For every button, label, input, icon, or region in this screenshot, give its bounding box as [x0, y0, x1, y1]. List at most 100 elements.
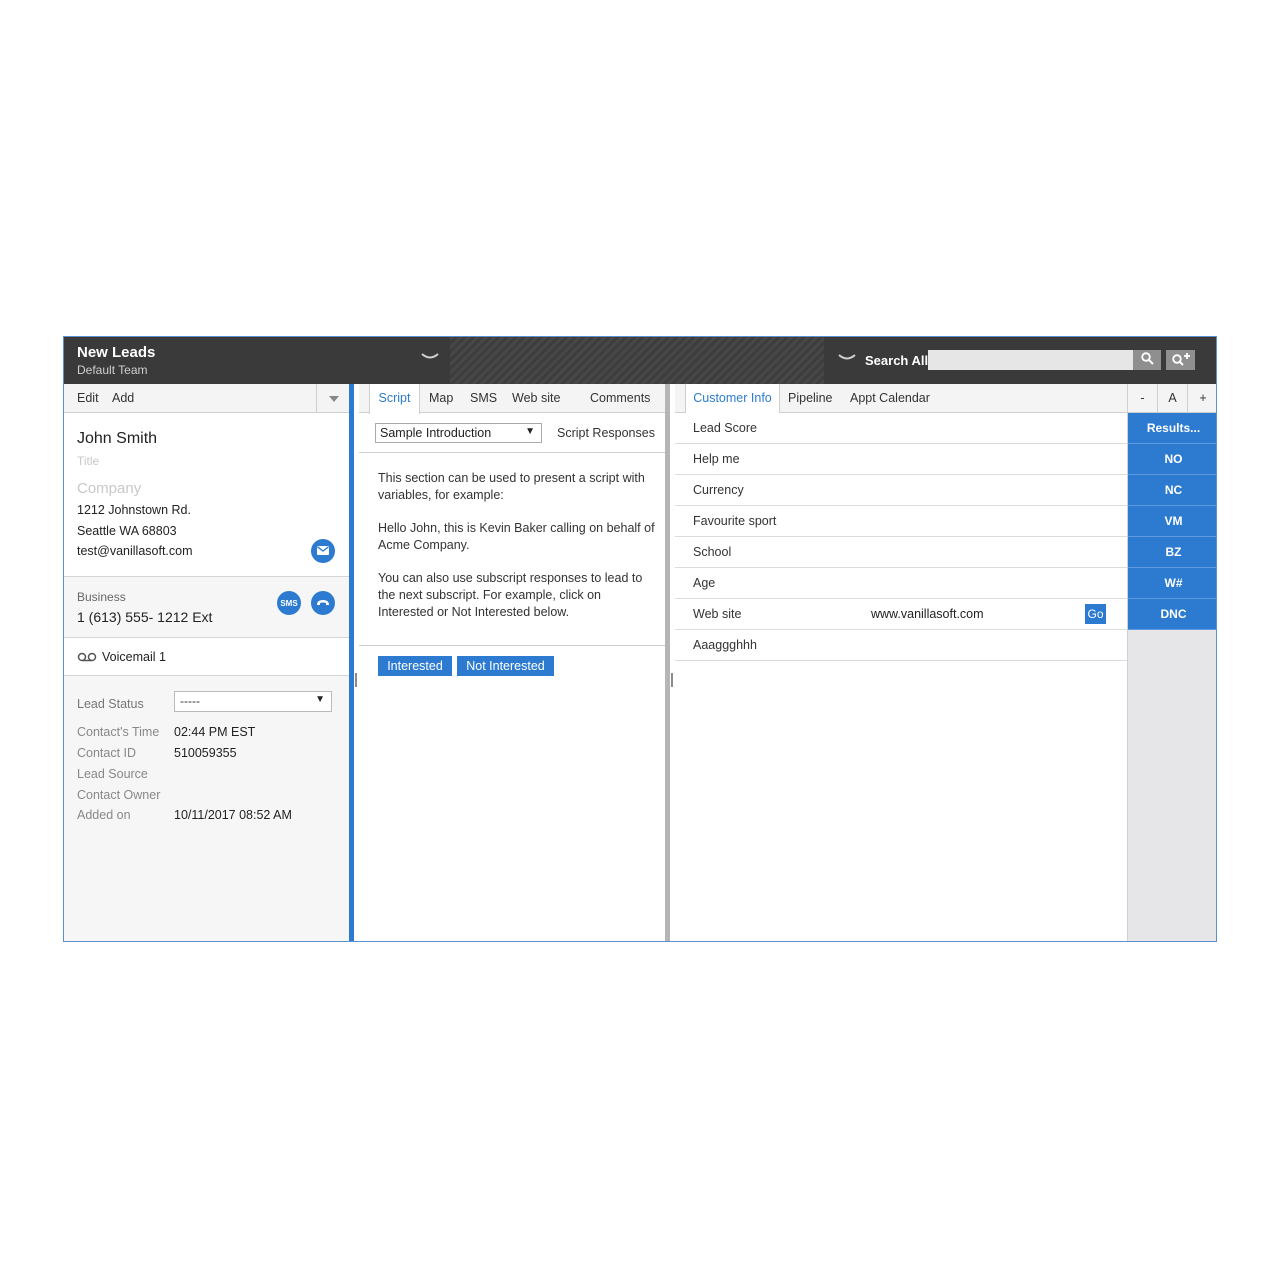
info-row-favourite-sport[interactable]: Favourite sport — [675, 506, 1127, 537]
search-plus-icon — [1171, 352, 1191, 369]
info-row-age[interactable]: Age — [675, 568, 1127, 599]
field-value-contact-id: 510059355 — [174, 746, 237, 760]
envelope-icon — [317, 544, 329, 558]
info-row-label: Currency — [693, 483, 744, 497]
contact-name[interactable]: John Smith — [77, 430, 157, 448]
info-row-label: Lead Score — [693, 421, 757, 435]
script-paragraph: You can also use subscript responses to … — [378, 571, 643, 619]
advanced-search-button[interactable] — [1166, 350, 1195, 370]
queue-selector[interactable]: New Leads Default Team — [64, 337, 450, 384]
search-button[interactable] — [1133, 350, 1161, 370]
info-row-label: Favourite sport — [693, 514, 777, 528]
info-row-currency[interactable]: Currency — [675, 475, 1127, 506]
result-bz-button[interactable]: BZ — [1128, 537, 1216, 568]
field-value-added-on: 10/11/2017 08:52 AM — [174, 808, 292, 822]
phone-icon — [316, 596, 330, 610]
contact-company-placeholder[interactable]: Company — [77, 480, 141, 497]
phone-number[interactable]: 1 (613) 555- 1212 Ext — [77, 609, 212, 625]
info-row-help-me[interactable]: Help me — [675, 444, 1127, 475]
tab-script[interactable]: Script — [369, 384, 420, 414]
sms-button[interactable]: SMS — [277, 591, 301, 615]
field-label-contacts-time: Contact's Time — [77, 725, 160, 739]
info-row-label: School — [693, 545, 732, 559]
field-label-added-on: Added on — [77, 808, 131, 822]
contact-title-placeholder[interactable]: Title — [77, 454, 99, 468]
script-panel: Script Map SMS Web site Comments Sample … — [359, 384, 670, 941]
info-row-school[interactable]: School — [675, 537, 1127, 568]
queue-subtitle: Default Team — [77, 363, 148, 377]
result-vm-button[interactable]: VM — [1128, 506, 1216, 537]
address-line-1: 1212 Johnstown Rd. — [77, 503, 191, 517]
contact-card: John Smith Title Company 1212 Johnstown … — [64, 413, 349, 577]
field-label-contact-owner: Contact Owner — [77, 788, 161, 802]
edit-button[interactable]: Edit — [77, 391, 99, 405]
results-button[interactable]: Results... — [1128, 413, 1216, 444]
not-interested-button[interactable]: Not Interested — [457, 656, 554, 676]
divider — [359, 452, 665, 453]
add-button[interactable]: Add — [112, 391, 134, 405]
result-nc-button[interactable]: NC — [1128, 475, 1216, 506]
tab-map[interactable]: Map — [429, 384, 453, 413]
field-value-contacts-time: 02:44 PM EST — [174, 725, 256, 739]
phone-block: Business 1 (613) 555- 1212 Ext SMS — [64, 577, 349, 638]
voicemail-icon — [77, 651, 97, 665]
queue-title: New Leads — [77, 344, 156, 361]
info-row-lead-score[interactable]: Lead Score — [675, 413, 1127, 444]
search-area: Search All — [824, 337, 1216, 384]
field-label-contact-id: Contact ID — [77, 746, 137, 760]
script-responses-link[interactable]: Script Responses — [557, 426, 655, 440]
toolbar-dropdown-button[interactable] — [316, 384, 350, 412]
script-paragraph: This section can be used to present a sc… — [378, 471, 645, 502]
go-button[interactable]: Go — [1085, 604, 1106, 624]
lead-status-value: ----- — [180, 694, 200, 708]
result-wrong-number-button[interactable]: W# — [1128, 568, 1216, 599]
sms-bubble-icon: SMS — [280, 598, 298, 608]
email-button[interactable] — [311, 539, 335, 563]
call-button[interactable] — [311, 591, 335, 615]
chevron-down-icon[interactable] — [418, 349, 442, 367]
result-dnc-button[interactable]: DNC — [1128, 599, 1216, 630]
contact-toolbar: Edit Add — [64, 384, 349, 413]
info-row-value: www.vanillasoft.com — [871, 607, 984, 621]
tab-comments[interactable]: Comments — [590, 384, 650, 413]
contact-email[interactable]: test@vanillasoft.com — [77, 544, 193, 558]
info-row-aaaggghhh[interactable]: Aaaggghhh — [675, 630, 1127, 661]
info-row-label: Web site — [693, 607, 742, 621]
left-splitter-handle[interactable] — [355, 673, 357, 687]
lead-status-select[interactable]: ----- ▼ — [174, 691, 332, 712]
caret-down-icon: ▼ — [315, 694, 325, 705]
info-row-label: Help me — [693, 452, 740, 466]
caret-down-icon — [328, 391, 339, 405]
info-row-label: Age — [693, 576, 716, 590]
customer-tabbar: Customer Info Pipeline Appt Calendar - A… — [675, 384, 1216, 414]
top-bar: New Leads Default Team Search All — [64, 337, 1216, 384]
interested-button[interactable]: Interested — [378, 656, 452, 676]
font-increase-button[interactable]: + — [1187, 384, 1216, 413]
tab-web-site[interactable]: Web site — [512, 384, 560, 413]
font-decrease-button[interactable]: - — [1127, 384, 1157, 413]
contact-panel: Edit Add John Smith Title Company 1212 J… — [64, 384, 354, 941]
search-input[interactable] — [928, 350, 1133, 370]
voicemail-row[interactable]: Voicemail 1 — [64, 638, 349, 676]
font-reset-button[interactable]: A — [1157, 384, 1187, 413]
divider — [359, 645, 665, 646]
lead-status-label: Lead Status — [77, 697, 144, 711]
search-icon — [1140, 352, 1154, 368]
customer-panel: Customer Info Pipeline Appt Calendar - A… — [675, 384, 1216, 941]
script-select[interactable]: Sample Introduction ▼ — [375, 423, 542, 443]
tab-sms[interactable]: SMS — [470, 384, 497, 413]
chevron-down-icon[interactable] — [838, 350, 856, 368]
field-label-lead-source: Lead Source — [77, 767, 148, 781]
tab-customer-info[interactable]: Customer Info — [685, 384, 780, 414]
app-window: New Leads Default Team Search All Edit A… — [63, 336, 1217, 942]
script-paragraph: Hello John, this is Kevin Baker calling … — [378, 521, 655, 552]
voicemail-label: Voicemail 1 — [102, 650, 166, 664]
phone-type-label: Business — [77, 590, 126, 604]
search-scope-label[interactable]: Search All — [865, 353, 928, 368]
info-row-label: Aaaggghhh — [693, 638, 757, 652]
right-splitter-handle[interactable] — [671, 673, 673, 687]
info-row-web-site[interactable]: Web site www.vanillasoft.com Go — [675, 599, 1127, 630]
tab-pipeline[interactable]: Pipeline — [788, 384, 832, 413]
tab-appt-calendar[interactable]: Appt Calendar — [850, 384, 930, 413]
result-no-button[interactable]: NO — [1128, 444, 1216, 475]
